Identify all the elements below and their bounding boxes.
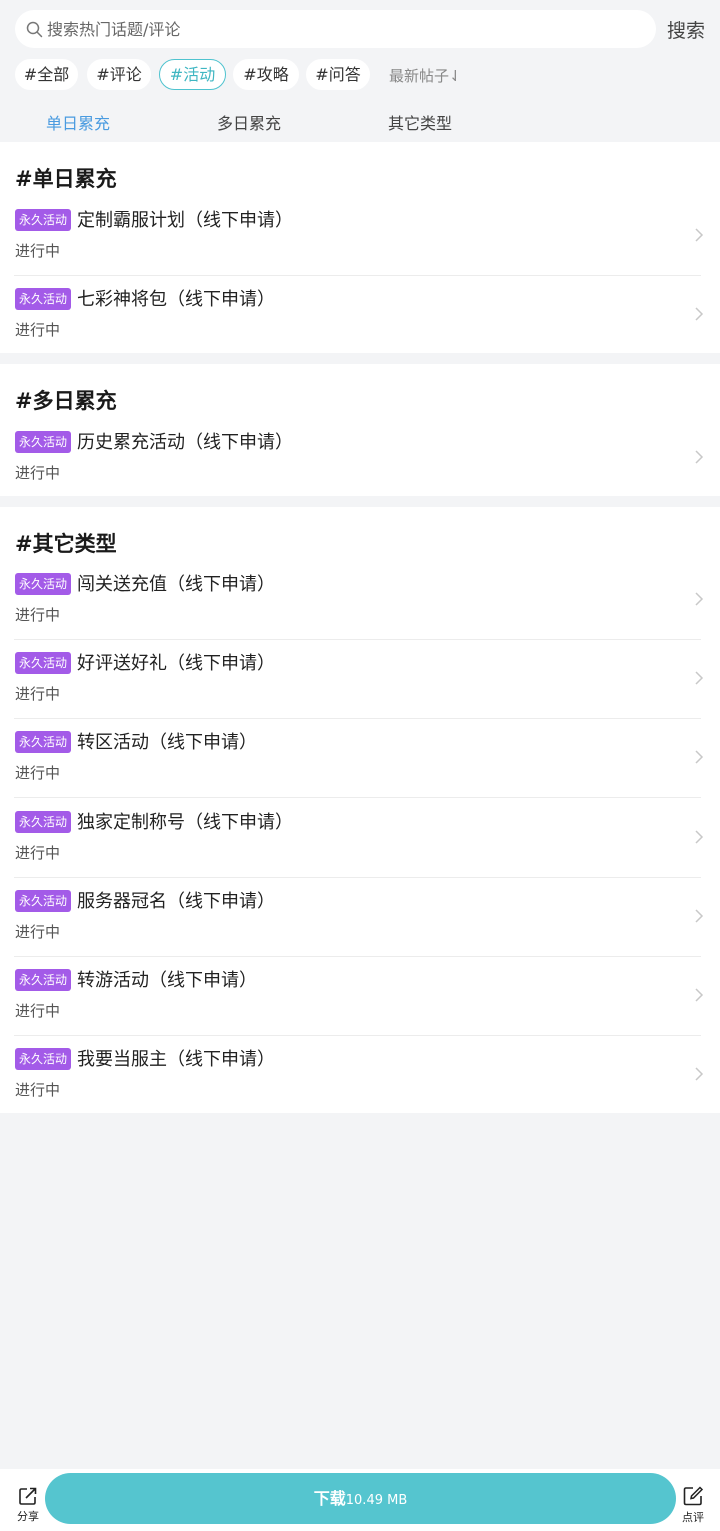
status-badge: 永久活动 — [15, 652, 71, 674]
topic-chips: #全部 #评论 #活动 #攻略 #问答 最新帖子⇃ — [15, 59, 715, 90]
chevron-right-icon — [695, 228, 704, 242]
chevron-right-icon — [695, 750, 704, 764]
item-title: 我要当服主（线下申请） — [77, 1049, 275, 1070]
status-badge: 永久活动 — [15, 209, 71, 231]
status-badge: 永久活动 — [15, 969, 71, 991]
chevron-right-icon — [695, 988, 704, 1002]
share-button[interactable]: 分享 — [14, 1486, 42, 1524]
section-single-day: #单日累充 永久活动 定制霸服计划（线下申请） 进行中 永久活动 七彩神将包（线… — [0, 142, 720, 353]
item-title: 转区活动（线下申请） — [77, 732, 257, 753]
list-item[interactable]: 永久活动 历史累充活动（线下申请） 进行中 — [0, 419, 720, 498]
chip-guides[interactable]: #攻略 — [233, 59, 299, 90]
download-button[interactable]: 下载10.49 MB — [45, 1473, 676, 1524]
chevron-right-icon — [695, 307, 704, 321]
item-title: 服务器冠名（线下申请） — [77, 891, 275, 912]
status-badge: 永久活动 — [15, 890, 71, 912]
chevron-right-icon — [695, 592, 704, 606]
share-label: 分享 — [17, 1510, 39, 1523]
list-item[interactable]: 永久活动 服务器冠名（线下申请） 进行中 — [0, 878, 720, 957]
search-button[interactable]: 搜索 — [667, 16, 705, 43]
item-status: 进行中 — [15, 1002, 61, 1020]
edit-icon — [683, 1486, 704, 1506]
status-badge: 永久活动 — [15, 573, 71, 595]
status-badge: 永久活动 — [15, 288, 71, 310]
item-title: 独家定制称号（线下申请） — [77, 812, 293, 833]
item-title: 历史累充活动（线下申请） — [77, 432, 293, 453]
chip-qa[interactable]: #问答 — [306, 59, 370, 90]
item-title: 闯关送充值（线下申请） — [77, 574, 275, 595]
download-size: 10.49 MB — [345, 1493, 408, 1508]
search-icon — [26, 21, 43, 38]
status-badge: 永久活动 — [15, 811, 71, 833]
list-item[interactable]: 永久活动 独家定制称号（线下申请） 进行中 — [0, 799, 720, 878]
item-status: 进行中 — [15, 764, 61, 782]
status-badge: 永久活动 — [15, 731, 71, 753]
section-title: #单日累充 — [15, 167, 117, 191]
chip-all[interactable]: #全部 — [15, 59, 78, 90]
review-label: 点评 — [682, 1511, 704, 1524]
list-item[interactable]: 永久活动 转区活动（线下申请） 进行中 — [0, 719, 720, 798]
sort-dropdown[interactable]: 最新帖子⇃ — [389, 65, 462, 86]
list-item[interactable]: 永久活动 闯关送充值（线下申请） 进行中 — [0, 561, 720, 640]
section-multi-day: #多日累充 永久活动 历史累充活动（线下申请） 进行中 — [0, 364, 720, 496]
item-status: 进行中 — [15, 685, 61, 703]
item-title: 转游活动（线下申请） — [77, 970, 257, 991]
item-status: 进行中 — [15, 923, 61, 941]
chevron-right-icon — [695, 1067, 704, 1081]
list-item[interactable]: 永久活动 好评送好礼（线下申请） 进行中 — [0, 640, 720, 719]
item-status: 进行中 — [15, 1081, 61, 1099]
review-button[interactable]: 点评 — [679, 1485, 707, 1525]
search-row: 搜索 — [0, 0, 720, 58]
chevron-right-icon — [695, 450, 704, 464]
chip-events[interactable]: #活动 — [159, 59, 226, 90]
item-title: 七彩神将包（线下申请） — [77, 289, 275, 310]
tab-other[interactable]: 其它类型 — [388, 110, 452, 134]
item-status: 进行中 — [15, 321, 61, 339]
download-label: 下载 — [313, 1489, 346, 1508]
chevron-right-icon — [695, 830, 704, 844]
item-status: 进行中 — [15, 606, 61, 624]
bottom-bar: 分享 下载10.49 MB 点评 — [0, 1469, 720, 1531]
section-title: #多日累充 — [15, 389, 117, 413]
tab-single-day[interactable]: 单日累充 — [46, 110, 110, 134]
status-badge: 永久活动 — [15, 1048, 71, 1070]
section-title: #其它类型 — [15, 532, 117, 556]
item-status: 进行中 — [15, 464, 61, 482]
divider — [14, 797, 701, 798]
search-box[interactable] — [15, 10, 656, 48]
list-item[interactable]: 永久活动 转游活动（线下申请） 进行中 — [0, 957, 720, 1036]
search-input[interactable] — [47, 14, 637, 44]
list-item[interactable]: 永久活动 我要当服主（线下申请） 进行中 — [0, 1036, 720, 1115]
list-item[interactable]: 永久活动 定制霸服计划（线下申请） 进行中 — [0, 197, 720, 276]
chevron-right-icon — [695, 909, 704, 923]
status-badge: 永久活动 — [15, 431, 71, 453]
item-status: 进行中 — [15, 844, 61, 862]
share-icon — [19, 1487, 37, 1505]
item-status: 进行中 — [15, 242, 61, 260]
list-item[interactable]: 永久活动 七彩神将包（线下申请） 进行中 — [0, 276, 720, 355]
tab-multi-day[interactable]: 多日累充 — [217, 110, 281, 134]
section-other: #其它类型 永久活动 闯关送充值（线下申请） 进行中 永久活动 好评送好礼（线下… — [0, 507, 720, 1113]
category-tabs: 单日累充 多日累充 其它类型 — [0, 100, 720, 140]
chip-comments[interactable]: #评论 — [87, 59, 151, 90]
item-title: 好评送好礼（线下申请） — [77, 653, 275, 674]
chevron-right-icon — [695, 671, 704, 685]
item-title: 定制霸服计划（线下申请） — [77, 210, 293, 231]
